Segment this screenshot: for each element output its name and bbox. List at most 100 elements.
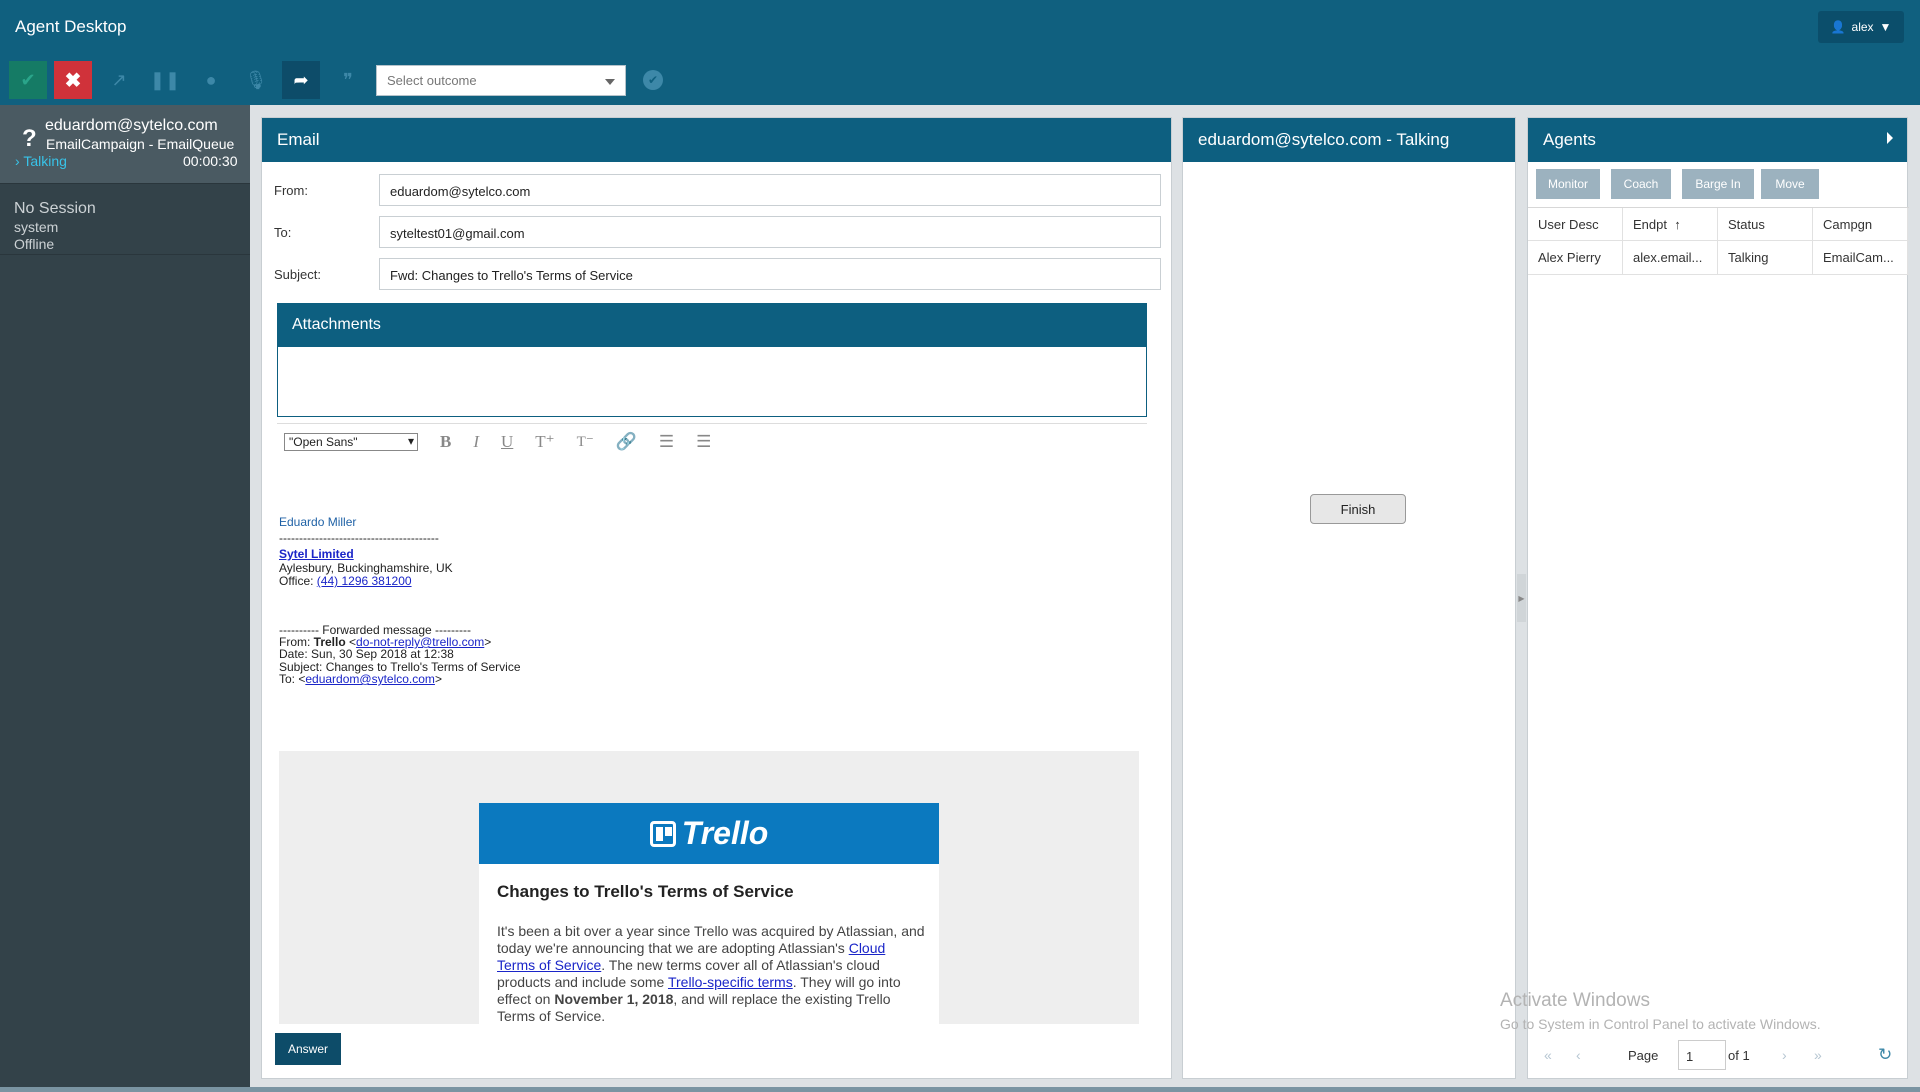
italic-icon[interactable]: I (473, 432, 479, 452)
agents-table: User Desc Endpt ↑ Status Campgn Alex Pie… (1528, 207, 1909, 275)
column-header-user-desc[interactable]: User Desc (1528, 208, 1623, 240)
cell-status: Talking (1718, 241, 1813, 274)
mic-off-icon: 🎙 (244, 69, 268, 90)
font-size-up-icon[interactable]: T⁺ (535, 432, 554, 452)
move-button[interactable]: Move (1761, 169, 1819, 199)
to-label: To: (274, 225, 292, 240)
link-icon[interactable]: 🔗 (616, 432, 637, 452)
fwd-to-email-link[interactable]: eduardom@sytelco.com (305, 672, 435, 686)
check-circle-icon: ✔ (647, 73, 659, 87)
company-link[interactable]: Sytel Limited (279, 547, 354, 562)
email-panel-title: Email (262, 118, 1171, 162)
user-menu-button[interactable]: 👤 alex ▼ (1818, 11, 1904, 43)
session-status: Offline (14, 236, 55, 252)
table-row[interactable]: Alex Pierry alex.email... Talking EmailC… (1528, 241, 1909, 275)
from-label: From: (274, 183, 308, 198)
email-body-editor[interactable]: Eduardo Miller -------------------------… (277, 464, 1147, 1024)
pause-button[interactable]: ❚❚ (146, 61, 184, 99)
forward-button[interactable]: ➦ (282, 61, 320, 99)
page-input[interactable]: 1 (1678, 1040, 1726, 1070)
column-header-endpt-label: Endpt (1633, 216, 1667, 232)
session-email: eduardom@sytelco.com (45, 117, 218, 134)
from-field[interactable]: eduardom@sytelco.com (379, 174, 1161, 206)
session-item-active[interactable]: ? eduardom@sytelco.com EmailCampaign - E… (0, 105, 250, 183)
trello-email-title: Changes to Trello's Terms of Service (497, 882, 794, 901)
check-icon: ✔ (20, 69, 36, 90)
agents-panel: Agents Monitor Coach Barge In Move User … (1527, 117, 1909, 1079)
font-size-down-icon[interactable]: T⁻ (577, 432, 594, 451)
outcome-select[interactable]: Select outcome (376, 65, 626, 96)
session-sub: system (14, 219, 59, 235)
chevron-right-icon: › (15, 153, 20, 169)
record-button[interactable]: ● (192, 61, 230, 99)
trello-logo-icon (649, 820, 676, 847)
trello-logo-bar: Trello (479, 803, 939, 864)
signature-separator: ---------------------------------------- (279, 531, 439, 545)
monitor-button[interactable]: Monitor (1536, 169, 1600, 199)
trello-terms-link[interactable]: Trello-specific terms (668, 974, 793, 990)
first-page-icon[interactable]: « (1544, 1047, 1552, 1063)
cell-user-desc: Alex Pierry (1528, 241, 1623, 274)
external-link-icon: ↗ (111, 69, 127, 90)
session-status-label: Talking (23, 153, 67, 169)
page-label: Page (1628, 1047, 1659, 1063)
user-icon: 👤 (1830, 20, 1846, 34)
ordered-list-icon[interactable]: ☰ (659, 432, 674, 452)
record-icon: ● (205, 69, 217, 90)
trello-effective-date: November 1, 2018 (554, 991, 674, 1007)
session-queue: EmailCampaign - EmailQueue (46, 136, 235, 152)
column-header-campgn[interactable]: Campgn (1813, 208, 1908, 240)
unordered-list-icon[interactable]: ☰ (696, 432, 711, 452)
column-header-endpt[interactable]: Endpt ↑ (1623, 208, 1718, 240)
outcome-placeholder: Select outcome (387, 73, 477, 88)
sort-up-icon: ↑ (1674, 216, 1681, 232)
answer-button[interactable]: Answer (275, 1033, 341, 1065)
email-panel: Email From: eduardom@sytelco.com To: syt… (261, 117, 1172, 1079)
quote-icon: ❞ (343, 69, 353, 90)
question-icon: ? (22, 125, 37, 152)
page-of-label: of 1 (1728, 1047, 1750, 1063)
session-status: › Talking (15, 153, 67, 169)
next-page-icon[interactable]: › (1782, 1047, 1787, 1063)
cell-campgn: EmailCam... (1813, 241, 1908, 274)
bold-icon[interactable]: B (440, 432, 451, 452)
refresh-icon[interactable]: ↻ (1878, 1045, 1892, 1065)
underline-icon[interactable]: U (501, 432, 513, 452)
pause-icon: ❚❚ (149, 69, 181, 90)
sessions-sidebar: ? eduardom@sytelco.com EmailCampaign - E… (0, 105, 250, 1092)
trello-email-background: Trello Changes to Trello's Terms of Serv… (279, 751, 1139, 1024)
column-header-status[interactable]: Status (1718, 208, 1813, 240)
forward-icon: ➦ (293, 69, 309, 90)
signature-name: Eduardo Miller (279, 515, 357, 529)
confirm-outcome-button[interactable]: ✔ (643, 70, 663, 90)
chevron-right-icon: ▶ (1518, 593, 1525, 603)
trello-email-card: Trello Changes to Trello's Terms of Serv… (479, 803, 939, 1024)
quote-button[interactable]: ❞ (329, 61, 367, 99)
prev-page-icon[interactable]: ‹ (1576, 1047, 1581, 1063)
reject-button[interactable]: ✖ (54, 61, 92, 99)
agents-title: Agents (1543, 130, 1596, 149)
app-title: Agent Desktop (15, 17, 127, 36)
bottom-bar (0, 1087, 1920, 1092)
office-phone-link[interactable]: (44) 1296 381200 (317, 574, 412, 588)
call-panel-title: eduardom@sytelco.com - Talking (1183, 118, 1515, 162)
to-field[interactable]: syteltest01@gmail.com (379, 216, 1161, 248)
session-item-system[interactable]: No Session system Offline (0, 183, 250, 255)
coach-button[interactable]: Coach (1611, 169, 1671, 199)
barge-in-button[interactable]: Barge In (1682, 169, 1754, 199)
subject-label: Subject: (274, 267, 321, 282)
subject-field[interactable]: Fwd: Changes to Trello's Terms of Servic… (379, 258, 1161, 290)
office-line: Office: (44) 1296 381200 (279, 574, 412, 589)
office-label: Office: (279, 574, 317, 588)
table-header: User Desc Endpt ↑ Status Campgn (1528, 207, 1909, 241)
finish-button[interactable]: Finish (1310, 494, 1406, 524)
last-page-icon[interactable]: » (1814, 1047, 1822, 1063)
collapse-handle[interactable]: ▶ (1517, 574, 1526, 622)
accept-button[interactable]: ✔ (9, 61, 47, 99)
attachments-title: Attachments (278, 304, 1146, 347)
expand-arrow-icon[interactable] (1887, 132, 1893, 144)
session-timer: 00:00:30 (183, 153, 238, 169)
popout-button[interactable]: ↗ (100, 61, 138, 99)
font-select[interactable]: "Open Sans" (284, 432, 418, 451)
mute-button[interactable]: 🎙 (237, 61, 275, 99)
